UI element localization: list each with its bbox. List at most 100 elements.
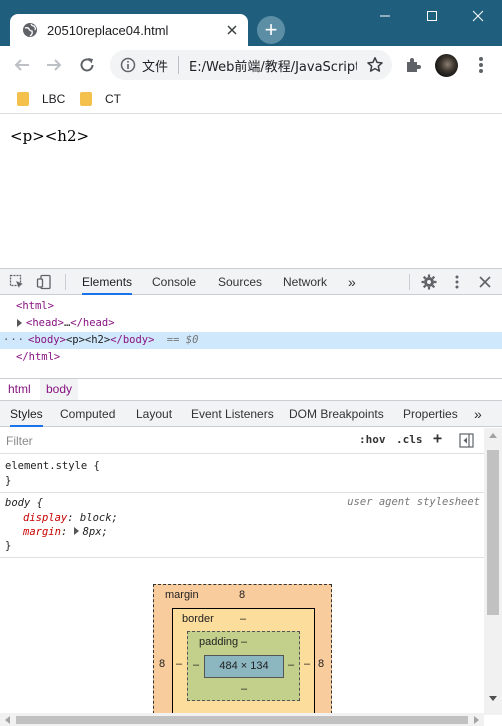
element-style-rule[interactable]: element.style { } xyxy=(0,455,484,493)
close-window-icon[interactable] xyxy=(464,6,492,26)
padding-bottom-value[interactable]: – xyxy=(241,683,247,695)
tab-computed[interactable]: Computed xyxy=(60,401,115,427)
dom-tag: <head> xyxy=(26,317,64,329)
declaration-display[interactable]: display: block; xyxy=(23,511,118,525)
scroll-up-arrow-icon[interactable] xyxy=(489,432,497,438)
tab-sources[interactable]: Sources xyxy=(218,269,262,295)
border-right-value[interactable]: – xyxy=(304,658,310,670)
address-bar[interactable]: 文件 E:/Web前端/教程/JavaScript/ xyxy=(110,50,392,80)
scroll-down-arrow-icon[interactable] xyxy=(489,696,497,702)
devtools-tabbar: Elements Console Sources Network » xyxy=(0,269,502,295)
scroll-right-arrow-icon[interactable] xyxy=(474,716,480,724)
bookmark-folder-lbc[interactable]: LBC xyxy=(17,89,65,109)
vertical-scroll-thumb[interactable] xyxy=(487,450,499,615)
browser-titlebar: 20510replace04.html + xyxy=(0,0,502,46)
profile-avatar[interactable] xyxy=(435,54,458,77)
minimize-icon[interactable] xyxy=(371,6,399,26)
tab-close-icon[interactable] xyxy=(222,20,242,40)
tab-styles[interactable]: Styles xyxy=(10,401,43,427)
bookmark-folder-ct[interactable]: CT xyxy=(80,89,121,109)
browser-toolbar: 文件 E:/Web前端/教程/JavaScript/ xyxy=(0,46,502,84)
body-style-rule[interactable]: body { user agent stylesheet display: bl… xyxy=(0,493,484,558)
close-devtools-icon[interactable] xyxy=(476,273,494,291)
settings-gear-icon[interactable] xyxy=(420,273,438,291)
back-arrow-icon[interactable] xyxy=(9,52,35,78)
tab-event-listeners[interactable]: Event Listeners xyxy=(191,401,274,427)
new-tab-button[interactable]: + xyxy=(257,16,285,44)
tab-properties[interactable]: Properties xyxy=(403,401,458,427)
box-model-content-size[interactable]: 484 × 134 xyxy=(204,655,284,678)
maximize-icon[interactable] xyxy=(418,6,446,26)
expand-triangle-icon[interactable] xyxy=(73,527,79,535)
breadcrumb-body[interactable]: body xyxy=(40,379,79,400)
margin-right-value[interactable]: 8 xyxy=(318,658,324,670)
browser-menu-icon[interactable] xyxy=(472,55,490,75)
tab-console[interactable]: Console xyxy=(152,269,196,295)
browser-tab[interactable]: 20510replace04.html xyxy=(10,14,248,46)
border-left-value[interactable]: – xyxy=(176,658,182,670)
styles-horizontal-scrollbar[interactable] xyxy=(0,713,484,726)
border-top-value[interactable]: – xyxy=(240,613,246,625)
devtools-menu-icon[interactable] xyxy=(448,273,466,291)
devtools-panel: Elements Console Sources Network » <html… xyxy=(0,268,502,726)
selected-node-marker: == $0 xyxy=(166,334,199,346)
url-scheme-label: 文件 xyxy=(142,59,169,75)
bookmark-star-icon[interactable] xyxy=(366,56,384,74)
extensions-puzzle-icon[interactable] xyxy=(404,56,422,74)
globe-icon xyxy=(23,23,37,37)
styles-vertical-scrollbar[interactable] xyxy=(484,428,502,715)
property-value: 8px; xyxy=(82,526,108,538)
horizontal-scroll-thumb[interactable] xyxy=(16,716,468,724)
bookmarks-bar: LBC CT xyxy=(0,84,502,114)
dom-node-head[interactable]: <head>…</head> xyxy=(0,315,502,332)
folder-icon xyxy=(80,92,92,106)
property-value: block; xyxy=(79,512,118,524)
node-actions-ellipsis[interactable]: ··· xyxy=(3,332,25,349)
reload-icon[interactable] xyxy=(74,52,100,78)
dom-tag: </head> xyxy=(70,317,115,329)
device-toolbar-icon[interactable] xyxy=(35,273,53,291)
dom-node-html[interactable]: <html> xyxy=(0,298,502,315)
box-model-margin[interactable]: margin 8 8 8 border – – – padding – – – … xyxy=(153,584,332,713)
expand-triangle-icon[interactable] xyxy=(17,319,22,327)
tab-dom-breakpoints[interactable]: DOM Breakpoints xyxy=(289,401,384,427)
dom-node-html-close[interactable]: </html> xyxy=(0,349,502,366)
padding-top-value[interactable]: – xyxy=(241,636,247,648)
scroll-left-arrow-icon[interactable] xyxy=(4,716,10,724)
toolbar-divider xyxy=(65,274,66,290)
new-style-rule-button[interactable]: + xyxy=(433,429,442,447)
dom-tag: </body> xyxy=(110,334,155,346)
dom-tag: </html> xyxy=(16,351,61,363)
inspect-element-icon[interactable] xyxy=(8,273,26,291)
more-subtabs-chevron[interactable]: » xyxy=(474,401,482,427)
hover-state-toggle[interactable]: :hov xyxy=(359,433,386,446)
padding-label: padding xyxy=(199,636,239,648)
padding-right-value[interactable]: – xyxy=(288,659,294,671)
property-name: margin xyxy=(23,526,61,538)
box-model-border[interactable]: border – – – padding – – – – 484 × 134 xyxy=(172,608,315,713)
toolbar-divider xyxy=(409,274,410,290)
margin-left-value[interactable]: 8 xyxy=(159,658,165,670)
tab-elements[interactable]: Elements xyxy=(82,269,133,295)
forward-arrow-icon[interactable] xyxy=(41,52,67,78)
breadcrumb-html[interactable]: html xyxy=(2,379,37,400)
box-model-padding[interactable]: padding – – – – 484 × 134 xyxy=(187,631,300,701)
styles-filter-bar: :hov .cls + xyxy=(0,428,484,454)
tab-network[interactable]: Network xyxy=(283,269,327,295)
more-tabs-chevron[interactable]: » xyxy=(348,269,356,295)
margin-top-value[interactable]: 8 xyxy=(239,589,245,601)
bookmark-label: LBC xyxy=(42,92,66,106)
url-text[interactable]: E:/Web前端/教程/JavaScript/ xyxy=(189,56,357,75)
info-icon[interactable] xyxy=(120,57,136,73)
dom-tag: <body> xyxy=(28,334,66,346)
declaration-margin[interactable]: margin: 8px; xyxy=(23,525,108,539)
toggle-sidebar-icon[interactable] xyxy=(459,433,474,451)
folder-icon xyxy=(17,92,29,106)
border-label: border xyxy=(182,613,214,625)
dom-node-body-selected[interactable]: ··· <body><p><h2></body> == $0 xyxy=(0,332,502,349)
page-viewport: <p><h2> xyxy=(0,114,502,268)
styles-filter-input[interactable] xyxy=(6,433,206,449)
tab-layout[interactable]: Layout xyxy=(136,401,172,427)
class-toggle[interactable]: .cls xyxy=(396,433,423,446)
padding-left-value[interactable]: – xyxy=(193,659,199,671)
